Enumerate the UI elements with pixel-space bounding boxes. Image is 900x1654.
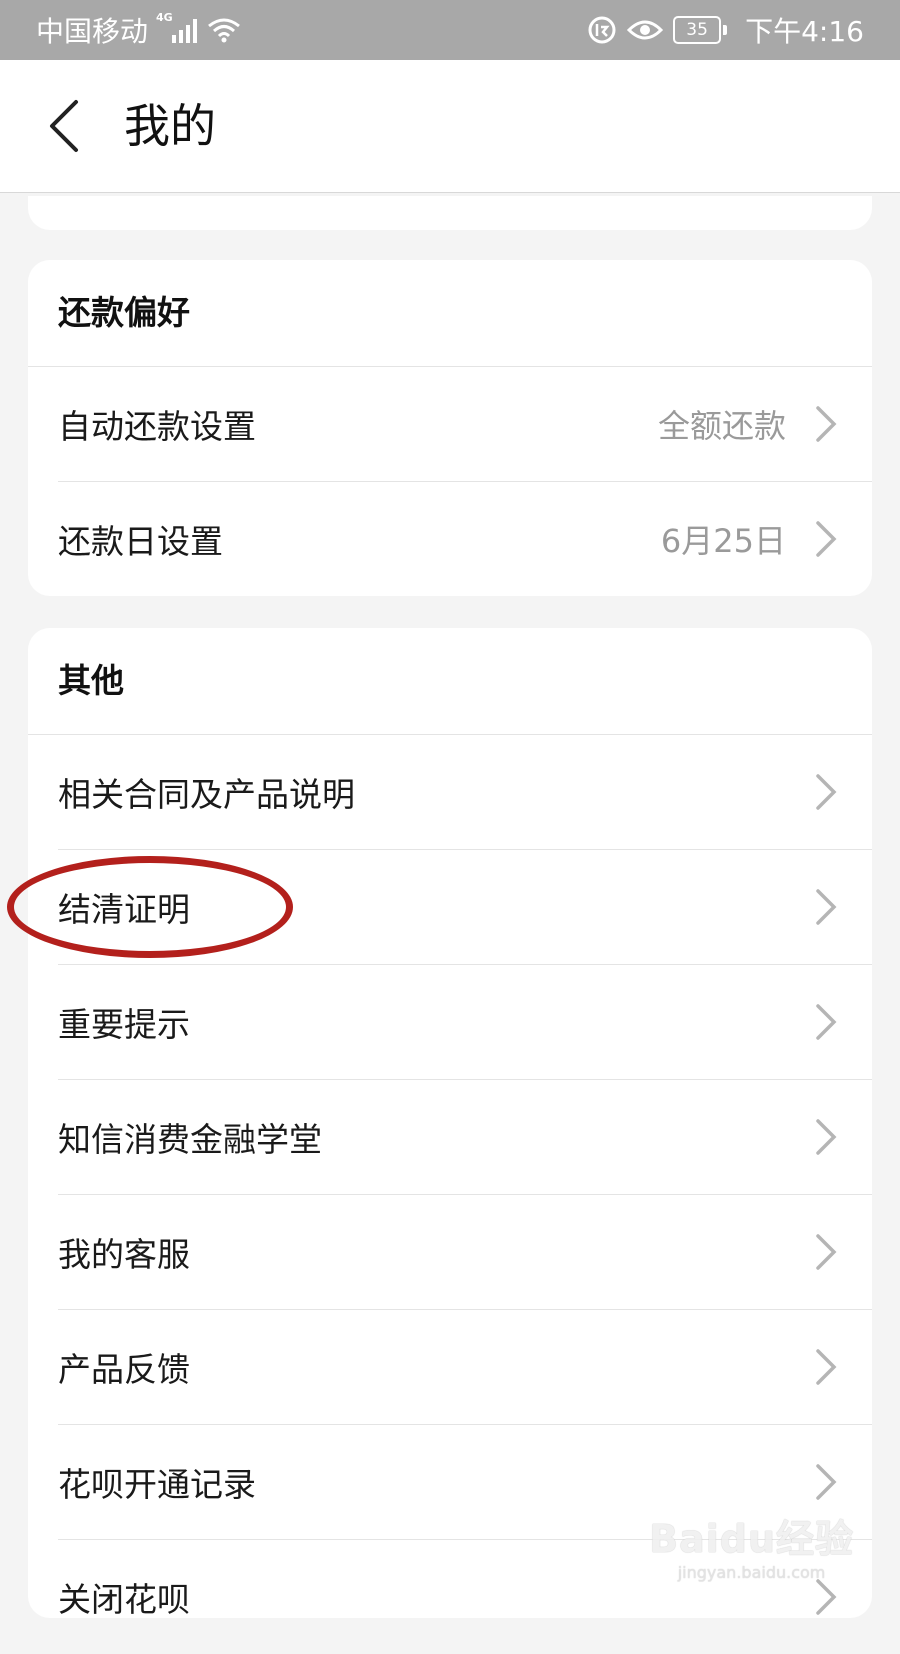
chevron-right-icon xyxy=(816,1119,837,1155)
cellular-signal-icon: 4G xyxy=(156,11,198,43)
chevron-right-icon xyxy=(816,1464,837,1500)
row-label: 产品反馈 xyxy=(58,1350,190,1389)
repayment-preferences-card: 还款偏好 自动还款设置 全额还款 还款日设置 6月25日 xyxy=(28,260,872,596)
watermark-logo-text: Baidu经验 xyxy=(649,1517,854,1561)
important-notice-row[interactable]: 重要提示 xyxy=(58,965,872,1080)
chevron-right-icon xyxy=(816,889,837,925)
row-label: 花呗开通记录 xyxy=(58,1465,256,1504)
wifi-icon xyxy=(207,16,241,44)
page-title: 我的 xyxy=(124,99,216,153)
row-label: 相关合同及产品说明 xyxy=(58,775,355,814)
other-settings-card: 其他 相关合同及产品说明 结清证明 重要提示 知信消费金融学堂 我的客服 产品反… xyxy=(28,628,872,1619)
page-header: 我的 xyxy=(0,60,900,193)
chevron-right-icon xyxy=(816,1349,837,1385)
battery-level: 35 xyxy=(673,16,722,44)
chevron-right-icon xyxy=(816,1579,837,1615)
section-title-repayment: 还款偏好 xyxy=(28,260,872,367)
previous-card-bottom xyxy=(28,196,872,230)
row-label: 还款日设置 xyxy=(58,522,223,561)
finance-school-row[interactable]: 知信消费金融学堂 xyxy=(58,1080,872,1195)
section-title-other: 其他 xyxy=(28,628,872,735)
my-customer-service-row[interactable]: 我的客服 xyxy=(58,1195,872,1310)
clock: 下午4:16 xyxy=(745,15,864,48)
watermark-url: jingyan.baidu.com xyxy=(677,1563,826,1582)
product-feedback-row[interactable]: 产品反馈 xyxy=(58,1310,872,1425)
battery-icon: 35 xyxy=(673,16,728,44)
row-value: 全额还款 xyxy=(657,407,786,445)
chevron-right-icon xyxy=(816,1004,837,1040)
row-label: 结清证明 xyxy=(58,890,190,929)
chevron-right-icon xyxy=(816,406,837,442)
network-type: 4G xyxy=(156,11,173,24)
row-label: 重要提示 xyxy=(58,1005,190,1044)
row-value: 6月25日 xyxy=(660,522,786,560)
chevron-right-icon xyxy=(816,1234,837,1270)
contracts-and-product-info-row[interactable]: 相关合同及产品说明 xyxy=(58,735,872,850)
eye-comfort-icon xyxy=(627,18,664,42)
repayment-day-settings-row[interactable]: 还款日设置 6月25日 xyxy=(58,482,872,596)
row-label: 我的客服 xyxy=(58,1235,190,1274)
row-label: 关闭花呗 xyxy=(58,1580,190,1619)
chevron-right-icon xyxy=(816,774,837,810)
status-bar: 中国移动 4G 35 下午4:16 xyxy=(0,0,900,60)
row-label: 自动还款设置 xyxy=(58,407,256,446)
auto-repayment-settings-row[interactable]: 自动还款设置 全额还款 xyxy=(58,367,872,482)
settlement-certificate-row[interactable]: 结清证明 xyxy=(58,850,872,965)
row-label: 知信消费金融学堂 xyxy=(58,1120,322,1159)
carrier-name: 中国移动 xyxy=(36,15,149,48)
baidu-jingyan-watermark: Baidu经验 jingyan.baidu.com xyxy=(649,1508,854,1582)
back-arrow-icon[interactable] xyxy=(44,98,84,154)
data-saver-icon xyxy=(587,15,617,45)
chevron-right-icon xyxy=(816,521,837,557)
